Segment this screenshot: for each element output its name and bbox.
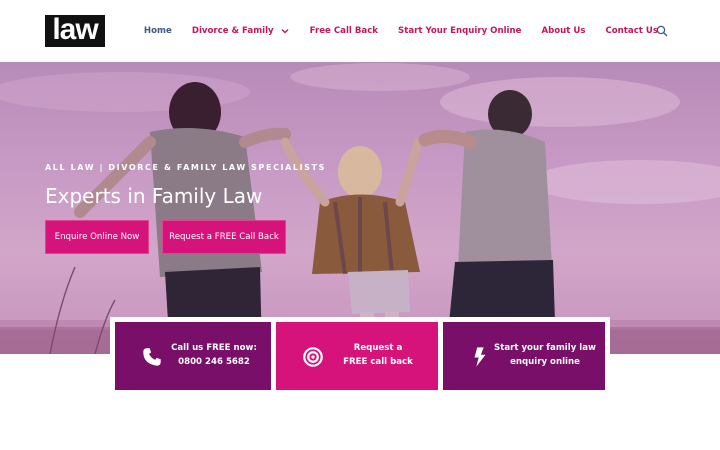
cta-enquiry-line1: Start your family law <box>494 343 596 353</box>
nav-item-divorce-family[interactable]: Divorce & Family <box>192 26 290 36</box>
hero-title: Experts in Family Law <box>45 184 263 208</box>
nav-item-label: About Us <box>541 26 586 36</box>
cta-call-line1: Call us FREE now: <box>171 343 257 353</box>
nav-item-start-enquiry[interactable]: Start Your Enquiry Online <box>398 26 521 36</box>
cta-strip: Call us FREE now: 0800 246 5682 Request … <box>110 317 610 395</box>
cta-enquiry-line2: enquiry online <box>510 357 580 367</box>
hero-eyebrow: ALL LAW | DIVORCE & FAMILY LAW SPECIALIS… <box>45 163 326 172</box>
cta-callback-line1: Request a <box>353 343 403 353</box>
nav-item-contact-us[interactable]: Contact Us <box>605 26 658 36</box>
chevron-down-icon <box>281 29 289 34</box>
nav-item-label: Divorce & Family <box>191 26 274 36</box>
nav-item-about-us[interactable]: About Us <box>541 26 585 36</box>
enquire-online-label: Enquire Online Now <box>54 232 140 242</box>
request-callback-button[interactable]: Request a FREE Call Back <box>162 220 286 254</box>
hero-banner: ALL LAW | DIVORCE & FAMILY LAW SPECIALIS… <box>0 62 720 354</box>
cta-callback-line2: FREE call back <box>343 357 413 367</box>
nav-item-label: Free Call Back <box>309 26 379 36</box>
nav-item-label: Start Your Enquiry Online <box>398 26 522 36</box>
request-callback-label: Request a FREE Call Back <box>169 232 279 242</box>
phone-icon <box>143 348 161 366</box>
site-logo[interactable]: law <box>45 15 105 47</box>
nav-item-label: Home <box>143 26 172 36</box>
nav-item-label: Contact Us <box>605 26 658 36</box>
cta-call-line2: 0800 246 5682 <box>178 357 250 367</box>
site-header: law Home Divorce & Family Free Call Back… <box>0 0 720 62</box>
nav-item-home[interactable]: Home <box>144 26 172 36</box>
hero-family-image <box>0 63 720 354</box>
search-icon[interactable] <box>656 25 668 37</box>
target-icon <box>303 347 323 367</box>
enquire-online-button[interactable]: Enquire Online Now <box>45 220 149 254</box>
nav-item-free-call-back[interactable]: Free Call Back <box>310 26 378 36</box>
main-nav: Home Divorce & Family Free Call Back Sta… <box>144 0 658 62</box>
cta-start-enquiry[interactable]: Start your family law enquiry online <box>443 322 605 390</box>
lightning-icon <box>474 347 486 367</box>
cta-call-us[interactable]: Call us FREE now: 0800 246 5682 <box>115 322 271 390</box>
cta-request-callback[interactable]: Request a FREE call back <box>276 322 438 390</box>
